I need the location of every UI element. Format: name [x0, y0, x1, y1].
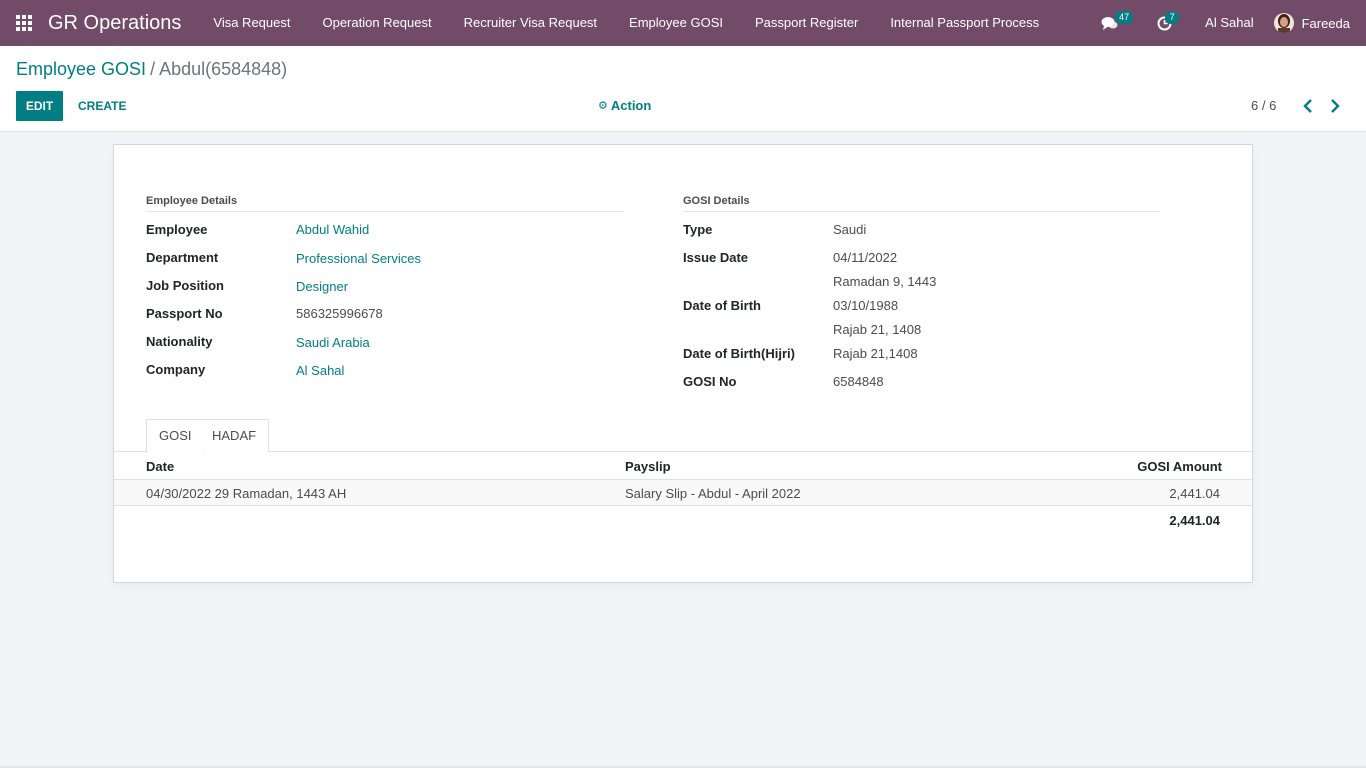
gear-icon: ⚙	[598, 100, 608, 112]
chevron-left-icon	[1303, 99, 1312, 113]
gosi-no-value: 6584848	[833, 374, 884, 389]
edit-button[interactable]: EDIT	[16, 91, 63, 121]
avatar	[1273, 13, 1294, 33]
action-dropdown-button[interactable]: ⚙ Action	[598, 91, 651, 121]
app-brand[interactable]: GR Operations	[48, 12, 181, 35]
column-header-gosi-amount[interactable]: GOSI Amount	[1137, 459, 1222, 474]
gosi-amount-total: 2,441.04	[1169, 513, 1220, 528]
company-value-link[interactable]: Al Sahal	[296, 363, 344, 378]
column-header-date[interactable]: Date	[146, 459, 174, 474]
gosi-details-title: GOSI Details	[683, 195, 1160, 212]
pager-value[interactable]: 6 / 6	[1251, 91, 1276, 121]
notebook-tabs: GOSI HADAF	[114, 419, 1252, 453]
systray: 47 7 Al Sahal Fareeda	[1091, 0, 1366, 46]
top-navbar: GR Operations Visa Request Operation Req…	[0, 0, 1366, 46]
menu-item-passport-register[interactable]: Passport Register	[739, 0, 874, 46]
menu-item-visa-request[interactable]: Visa Request	[197, 0, 306, 46]
company-label: Company	[146, 362, 206, 377]
issue-date-value: 04/11/2022	[833, 250, 898, 265]
date-of-birth-hijri-value: Rajab 21,1408	[833, 346, 918, 361]
issue-date-label: Issue Date	[683, 250, 749, 265]
date-of-birth-label: Date of Birth	[683, 298, 761, 313]
passport-no-value: 586325996678	[296, 306, 383, 321]
menu-item-employee-gosi[interactable]: Employee GOSI	[613, 0, 739, 46]
action-label: Action	[610, 98, 652, 113]
table-row[interactable]: 04/30/2022 29 Ramadan, 1443 AH Salary Sl…	[114, 480, 1252, 506]
employee-value-link[interactable]: Abdul Wahid	[296, 222, 369, 237]
gosi-no-label: GOSI No	[683, 374, 737, 389]
employee-label: Employee	[146, 222, 208, 237]
activities-count-badge: 7	[1165, 11, 1180, 24]
tab-gosi[interactable]: GOSI	[146, 419, 205, 453]
tab-hadaf[interactable]: HADAF	[200, 419, 270, 452]
type-label: Type	[683, 222, 713, 237]
main-menu: Visa Request Operation Request Recruiter…	[197, 0, 1055, 46]
form-sheet: Employee Details Employee Abdul Wahid De…	[113, 144, 1253, 583]
department-value-link[interactable]: Professional Services	[296, 251, 421, 266]
department-label: Department	[146, 250, 219, 265]
pager-previous-button[interactable]	[1296, 91, 1320, 121]
table-footer: 2,441.04	[114, 507, 1252, 533]
passport-no-label: Passport No	[146, 306, 223, 321]
nationality-label: Nationality	[146, 334, 213, 349]
column-header-payslip[interactable]: Payslip	[625, 459, 671, 474]
activities-button[interactable]: 7	[1147, 0, 1189, 46]
breadcrumb-parent-link[interactable]: Employee GOSI	[16, 59, 146, 79]
messages-count-badge: 47	[1115, 11, 1134, 24]
employee-details-title: Employee Details	[146, 195, 624, 212]
user-menu[interactable]: Fareeda	[1273, 13, 1366, 33]
chevron-right-icon	[1331, 99, 1340, 113]
menu-item-recruiter-visa-request[interactable]: Recruiter Visa Request	[448, 0, 613, 46]
menu-item-operation-request[interactable]: Operation Request	[306, 0, 447, 46]
breadcrumb-current: Abdul(6584848)	[159, 59, 288, 79]
menu-item-internal-passport-process[interactable]: Internal Passport Process	[874, 0, 1055, 46]
date-of-birth-hijri-sub-value: Rajab 21, 1408	[833, 322, 922, 337]
create-button[interactable]: CREATE	[70, 91, 134, 121]
breadcrumb-separator: /	[150, 59, 156, 79]
messages-button[interactable]: 47	[1091, 0, 1147, 46]
apps-menu-button[interactable]	[0, 0, 48, 46]
nationality-value-link[interactable]: Saudi Arabia	[296, 335, 370, 350]
row-date: 04/30/2022 29 Ramadan, 1443 AH	[146, 486, 347, 501]
gosi-table-header: Date Payslip GOSI Amount	[114, 452, 1252, 480]
user-name: Fareeda	[1301, 15, 1350, 31]
row-gosi-amount: 2,441.04	[1169, 486, 1220, 501]
job-position-value-link[interactable]: Designer	[296, 279, 348, 294]
row-payslip: Salary Slip - Abdul - April 2022	[625, 486, 801, 501]
control-panel: Employee GOSI / Abdul(6584848) EDIT CREATE…	[0, 46, 1366, 132]
type-value: Saudi	[833, 222, 867, 237]
company-switcher[interactable]: Al Sahal	[1189, 0, 1273, 46]
job-position-label: Job Position	[146, 278, 224, 293]
date-of-birth-value: 03/10/1988	[833, 298, 899, 313]
date-of-birth-hijri-label: Date of Birth(Hijri)	[683, 346, 795, 361]
apps-grid-icon	[16, 15, 32, 31]
pager-next-button[interactable]	[1323, 91, 1347, 121]
issue-date-hijri-value: Ramadan 9, 1443	[833, 274, 937, 289]
breadcrumb: Employee GOSI / Abdul(6584848)	[16, 59, 287, 80]
